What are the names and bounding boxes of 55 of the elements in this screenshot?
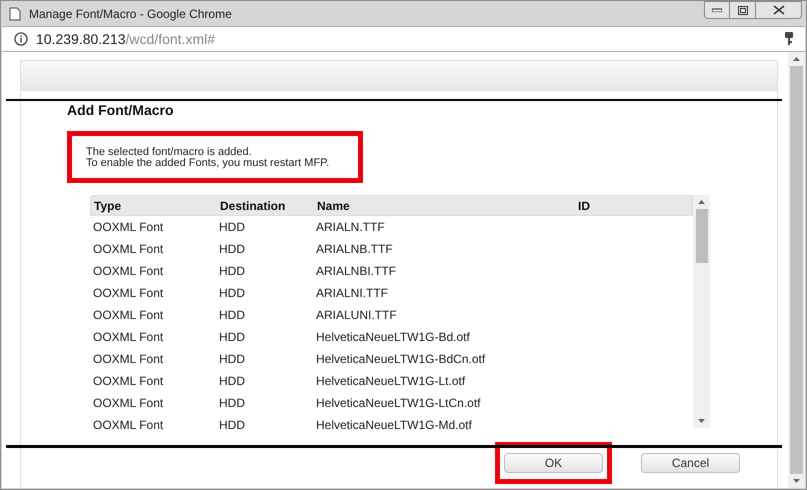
scroll-thumb[interactable] xyxy=(696,209,708,263)
table-cell-text: OOXML Font xyxy=(92,241,164,258)
table-cell-text: HDD xyxy=(218,241,246,258)
page-icon xyxy=(9,6,21,20)
table-cell-text: HDD xyxy=(218,373,246,390)
column-header: ID xyxy=(577,198,591,214)
table-cell-text: OOXML Font xyxy=(92,263,164,280)
minimize-button[interactable] xyxy=(704,1,730,19)
dialog-title: Add Font/Macro xyxy=(67,101,175,120)
ok-button[interactable]: OK xyxy=(504,453,603,473)
column-header: Type xyxy=(93,198,122,214)
table-cell-text: HelveticaNeueLTW1G-Bd.otf xyxy=(315,329,471,346)
table-cell-text: HDD xyxy=(218,329,246,346)
table-cell-text: ARIALNB.TTF xyxy=(315,241,394,258)
table-cell-text: HelveticaNeueLTW1G-Md.otf xyxy=(315,417,473,434)
table-cell-text: HDD xyxy=(218,219,246,236)
table-cell-text: ARIALNI.TTF xyxy=(315,285,390,302)
table-cell-text: OOXML Font xyxy=(92,373,164,390)
close-icon xyxy=(772,5,784,15)
table-cell-text: ARIALUNI.TTF xyxy=(315,307,398,324)
table-cell-text: HDD xyxy=(218,351,246,368)
key-icon[interactable] xyxy=(785,32,793,46)
table-cell-text: HDD xyxy=(218,395,246,412)
column-header: Name xyxy=(316,198,351,214)
table-cell-text: OOXML Font xyxy=(92,395,164,412)
cancel-button[interactable]: Cancel xyxy=(641,453,740,473)
table-scrollbar[interactable] xyxy=(693,195,710,428)
maximize-button[interactable] xyxy=(730,1,756,19)
maximize-icon xyxy=(738,6,748,14)
table-cell-text: ARIALN.TTF xyxy=(315,219,386,236)
table-cell-text: HDD xyxy=(218,307,246,324)
address-bar[interactable]: 10.239.80.213/wcd/font.xml# xyxy=(2,26,805,52)
table-cell-text: ARIALNBI.TTF xyxy=(315,263,398,280)
table-cell-text: HelveticaNeueLTW1G-Lt.otf xyxy=(315,373,466,390)
scroll-thumb[interactable] xyxy=(790,66,803,474)
column-header: Destination xyxy=(219,198,286,214)
table-cell-text: OOXML Font xyxy=(92,307,164,324)
page-scrollbar[interactable] xyxy=(788,52,805,488)
table-cell-text: HDD xyxy=(218,417,246,434)
close-button[interactable] xyxy=(756,1,802,19)
table-cell-text: HelveticaNeueLTW1G-LtCn.otf xyxy=(315,395,482,412)
message-text: To enable the added Fonts, you must restart MFP. xyxy=(86,158,330,169)
table-cell-text: OOXML Font xyxy=(92,219,164,236)
table-cell-text: OOXML Font xyxy=(92,329,164,346)
table-cell-text: HDD xyxy=(218,285,246,302)
table-cell-text: HDD xyxy=(218,263,246,280)
table-cell-text: OOXML Font xyxy=(92,285,164,302)
minimize-icon xyxy=(712,8,722,12)
info-icon xyxy=(14,32,28,46)
message-text: The selected font/macro is added. xyxy=(86,147,253,158)
table-cell-text: OOXML Font xyxy=(92,417,164,434)
window-title: Manage Font/Macro - Google Chrome xyxy=(29,6,233,22)
table-cell-text: OOXML Font xyxy=(92,351,164,368)
url-text: 10.239.80.213/wcd/font.xml# xyxy=(36,30,216,48)
table-cell-text: HelveticaNeueLTW1G-BdCn.otf xyxy=(315,351,486,368)
